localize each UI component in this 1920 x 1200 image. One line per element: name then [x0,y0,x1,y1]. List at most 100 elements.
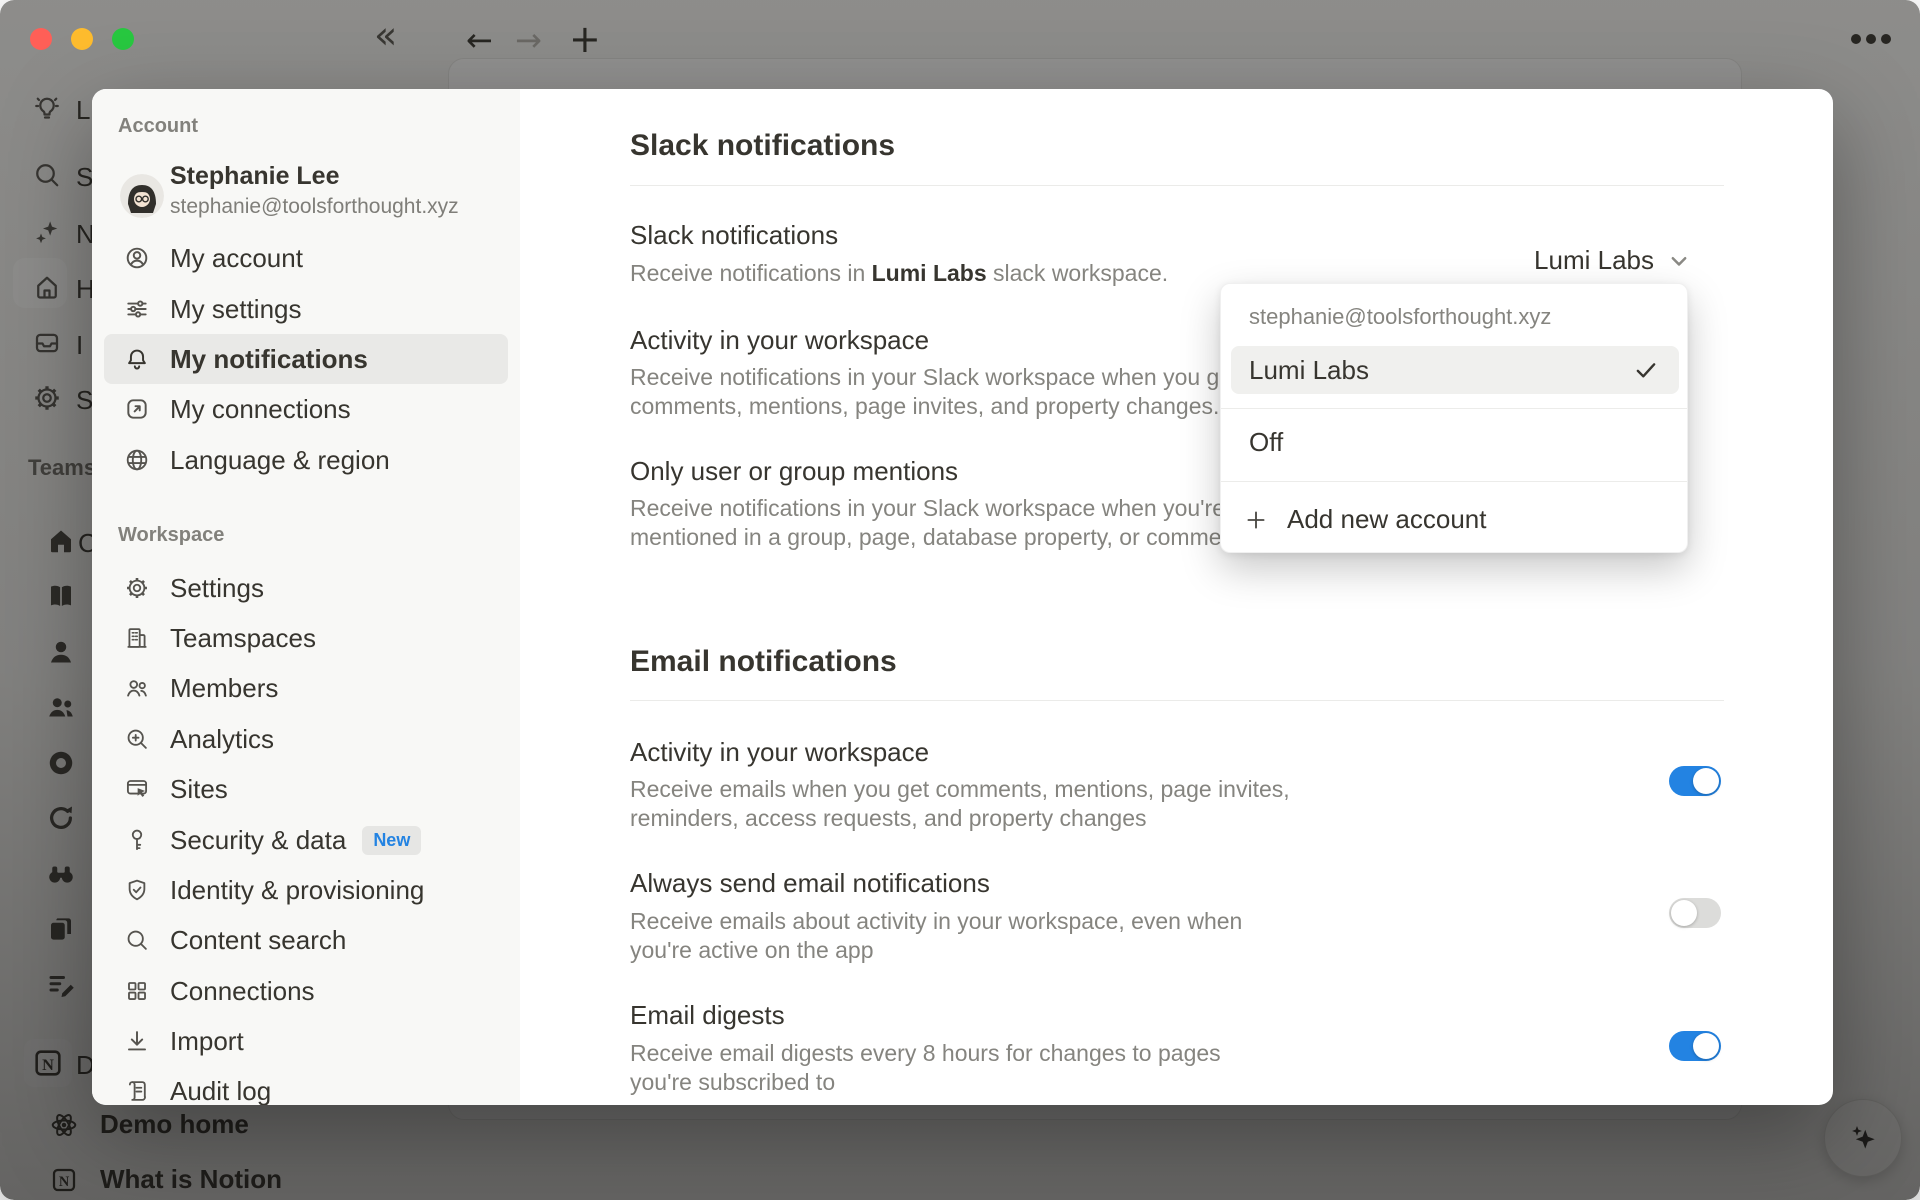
cycle-icon[interactable] [46,803,76,833]
slack-section-heading: Slack notifications [630,129,895,163]
binoculars-icon[interactable] [46,859,76,889]
magnifier-icon [124,927,150,953]
people-icon [124,675,150,701]
zoom-window-button[interactable] [112,28,134,50]
sidebar-item-my-notifications[interactable]: My notifications [104,334,508,384]
option-label: Lumi Labs [1249,355,1369,386]
screen: « ← → + L S N H I S Teams C N D [0,0,1920,1200]
dropdown-option-off[interactable]: Off [1249,427,1283,458]
toggle-always-send-emails[interactable] [1669,898,1721,928]
sidebar-item-label: Teamspaces [170,623,316,654]
sidebar-item-settings[interactable]: Settings [104,563,508,613]
sidebar-item-my-settings[interactable]: My settings [104,284,508,334]
setting-title: Always send email notifications [630,868,990,899]
setting-title: Activity in your workspace [630,737,929,768]
setting-description: Receive emails when you get comments, me… [630,775,1290,833]
settings-dialog: Account Stephanie Lee stephanie@toolsfor… [92,89,1833,1105]
arrow-up-right-box-icon [124,396,150,422]
sidebar-item-label: My account [170,243,303,274]
toggle-knob [1693,768,1719,794]
sidebar-item-label: Content search [170,925,346,956]
svg-text:N: N [59,1174,70,1190]
group-icon[interactable] [46,692,76,722]
back-icon[interactable]: ← [466,24,493,56]
chevron-down-icon [1668,250,1690,272]
sidebar-page-label[interactable]: Demo home [100,1109,249,1140]
setting-description: Receive emails about activity in your wo… [630,907,1242,965]
lightbulb-icon[interactable] [32,93,62,123]
sidebar-page-label[interactable]: What is Notion [100,1164,282,1195]
sidebar-item-label: Settings [170,573,264,604]
sidebar-item-label: Language & region [170,445,390,476]
toggle-activity-emails[interactable] [1669,766,1721,796]
pages-icon[interactable] [46,914,76,944]
sidebar-page-demo-home[interactable] [49,1110,79,1145]
person-icon[interactable] [46,637,76,667]
notion-ai-button[interactable] [1824,1099,1902,1177]
sidebar-item-label: Audit log [170,1076,271,1106]
toggle-email-digests[interactable] [1669,1031,1721,1061]
sidebar-item-teamspaces[interactable]: Teamspaces [104,613,508,663]
ai-sparkle-icon [1845,1120,1881,1156]
select-value: Lumi Labs [1534,245,1654,276]
setting-title: Only user or group mentions [630,456,958,487]
more-menu-icon[interactable] [1851,34,1891,44]
new-tab-icon[interactable]: + [569,20,601,58]
book-icon[interactable] [46,581,76,611]
sidebar-item-identity-provisioning[interactable]: Identity & provisioning [104,865,508,915]
sidebar-item-my-account[interactable]: My account [104,233,508,283]
email-section-heading: Email notifications [630,645,897,679]
setting-title: Email digests [630,1000,785,1031]
building-icon [124,625,150,651]
search-icon[interactable] [32,160,62,190]
divider [1221,408,1687,409]
user-email: stephanie@toolsforthought.xyz [170,195,459,219]
dropdown-add-new-account[interactable]: Add new account [1243,504,1486,535]
sidebar-item-label: Analytics [170,724,274,755]
description-text: slack workspace. [987,260,1169,286]
target-icon[interactable] [46,748,76,778]
house-icon[interactable] [46,526,76,556]
notion-cube-icon: N [49,1165,79,1195]
inbox-icon[interactable] [32,328,62,358]
sidebar-item-members[interactable]: Members [104,663,508,713]
gear-icon [124,575,150,601]
sidebar-item-language-region[interactable]: Language & region [104,435,508,485]
download-arrow-icon [124,1028,150,1054]
forward-icon[interactable]: → [515,24,542,56]
sidebar-item-sites[interactable]: Sites [104,764,508,814]
divider [630,700,1724,701]
description-text: Receive notifications in [630,260,872,286]
sidebar-collapse-icon[interactable]: « [374,16,397,54]
dropdown-account-email: stephanie@toolsforthought.xyz [1249,304,1551,330]
browser-cursor-icon [124,776,150,802]
sidebar-item-connections[interactable]: Connections [104,966,508,1016]
home-icon[interactable] [32,272,62,302]
option-label: Add new account [1287,504,1486,535]
plus-icon [1243,507,1269,533]
compose-icon[interactable] [46,970,76,1000]
gear-icon[interactable] [32,383,62,413]
divider [630,185,1724,186]
sidebar-item-label: Connections [170,976,315,1007]
sidebar-item-my-connections[interactable]: My connections [104,384,508,434]
sparkles-icon[interactable] [32,217,62,247]
new-badge: New [362,826,421,855]
sidebar-item-label: Sites [170,774,228,805]
minimize-window-button[interactable] [71,28,93,50]
slack-workspace-select[interactable]: Lumi Labs [1534,245,1690,276]
sidebar-item-analytics[interactable]: Analytics [104,714,508,764]
sidebar-item-audit-log[interactable]: Audit log [104,1066,508,1105]
close-window-button[interactable] [30,28,52,50]
sidebar-item-security-data[interactable]: Security & data New [104,815,508,865]
notion-logo-icon: N [31,1046,65,1080]
person-circle-icon [124,245,150,271]
setting-title: Slack notifications [630,220,838,251]
workspace-name: Lumi Labs [872,260,987,286]
sidebar-page-what-is-notion[interactable]: N [49,1165,79,1200]
dropdown-option-lumi-labs[interactable]: Lumi Labs [1231,346,1679,394]
rail-label-sliver: I [76,330,83,361]
sidebar-item-content-search[interactable]: Content search [104,915,508,965]
sidebar-item-import[interactable]: Import [104,1016,508,1066]
sidebar-item-label: Import [170,1026,244,1057]
